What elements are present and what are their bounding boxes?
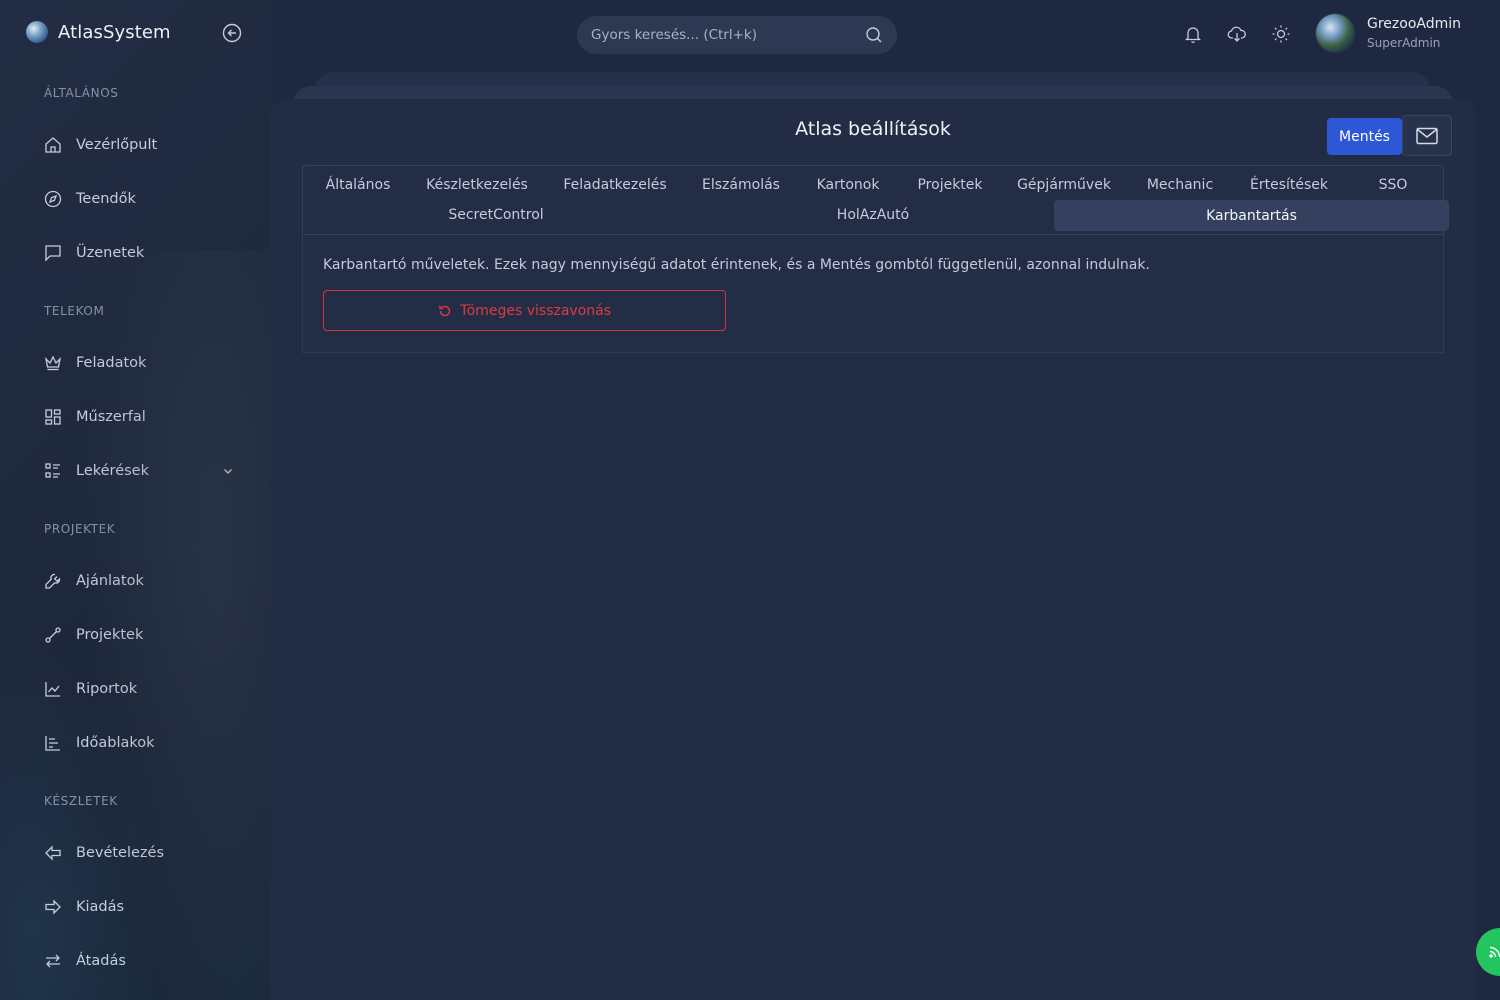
route-icon: [45, 627, 61, 643]
sidebar-item-atadas[interactable]: Átadás: [44, 946, 234, 976]
sidebar: AtlasSystem ÁLTALÁNOS Vezérlőpult Teendő…: [0, 0, 270, 1000]
sidebar-item-idoablakok[interactable]: Időablakok: [44, 728, 234, 758]
sidebar-item-uzenetek[interactable]: Üzenetek: [44, 238, 234, 268]
sidebar-item-label: Vezérlőpult: [76, 137, 158, 153]
sidebar-item-label: Műszerfal: [76, 409, 146, 425]
search-icon[interactable]: [865, 26, 883, 44]
sun-icon[interactable]: [1271, 24, 1291, 44]
arrow-right-icon: [45, 899, 61, 915]
settings-tabs: Általános Készletkezelés Feladatkezelés …: [302, 165, 1449, 235]
nav-section-altalanos: ÁLTALÁNOS: [44, 86, 119, 100]
nav-section-telekom: TELEKOM: [44, 304, 105, 318]
sidebar-item-label: Feladatok: [76, 355, 147, 371]
sidebar-item-muszerfal[interactable]: Műszerfal: [44, 402, 234, 432]
chevron-down-icon: [224, 469, 232, 474]
crown-icon: [44, 355, 62, 371]
app-name: AtlasSystem: [58, 21, 171, 43]
sidebar-item-kiadas[interactable]: Kiadás: [44, 892, 234, 922]
line-chart-icon: [45, 682, 60, 697]
sidebar-item-ajanlatok[interactable]: Ajánlatok: [44, 566, 234, 596]
cloud-download-icon[interactable]: [1227, 24, 1247, 44]
mail-button[interactable]: [1402, 115, 1452, 156]
rss-icon: [1489, 946, 1500, 958]
tab-secretcontrol[interactable]: SecretControl: [448, 207, 543, 223]
tab-mechanic[interactable]: Mechanic: [1147, 177, 1213, 193]
nav-section-projektek: PROJEKTEK: [44, 522, 116, 536]
bulk-revert-label: Tömeges visszavonás: [459, 302, 612, 319]
quick-search[interactable]: [577, 16, 897, 54]
tab-holazauto[interactable]: HolAzAutó: [837, 207, 909, 223]
swap-icon: [46, 954, 60, 968]
tab-gepjarmuvek[interactable]: Gépjárművek: [1017, 177, 1111, 193]
sidebar-collapse-button[interactable]: [222, 23, 242, 43]
search-input[interactable]: [591, 27, 865, 43]
arrow-left-icon: [45, 845, 61, 861]
user-role: SuperAdmin: [1367, 36, 1441, 50]
page-title: Atlas beállítások: [795, 118, 951, 140]
sidebar-item-projektek[interactable]: Projektek: [44, 620, 234, 650]
bell-icon[interactable]: [1183, 24, 1203, 44]
sidebar-item-label: Bevételezés: [76, 845, 165, 861]
arrow-left-circle-icon: [222, 23, 242, 43]
bulk-revert-button[interactable]: Tömeges visszavonás: [323, 290, 726, 331]
tab-keszletkezeles[interactable]: Készletkezelés: [426, 177, 528, 193]
tab-projektek[interactable]: Projektek: [917, 177, 982, 193]
settings-card: Atlas beállítások Mentés Általános Készl…: [270, 99, 1476, 1000]
maintenance-description: Karbantartó műveletek. Ezek nagy mennyis…: [323, 257, 1150, 273]
sidebar-item-teendok[interactable]: Teendők: [44, 184, 234, 214]
feed-fab-button[interactable]: [1476, 928, 1500, 976]
tab-sso[interactable]: SSO: [1379, 177, 1408, 193]
user-avatar[interactable]: [1316, 14, 1354, 52]
list-icon: [45, 463, 60, 478]
tab-feladatkezeles[interactable]: Feladatkezelés: [563, 177, 666, 193]
dashboard-icon: [45, 409, 61, 425]
app-logo[interactable]: AtlasSystem: [26, 21, 171, 43]
tab-ertesitesek[interactable]: Értesítések: [1250, 177, 1328, 193]
globe-logo-icon: [26, 21, 48, 43]
sidebar-item-label: Riportok: [76, 681, 138, 697]
home-icon: [45, 137, 61, 153]
mail-icon: [1416, 127, 1438, 144]
user-name[interactable]: GrezooAdmin: [1367, 16, 1461, 32]
tab-altalanos[interactable]: Általános: [326, 177, 391, 193]
message-icon: [45, 245, 61, 262]
tab-kartonok[interactable]: Kartonok: [817, 177, 880, 193]
wrench-icon: [45, 573, 61, 589]
sidebar-item-label: Üzenetek: [76, 245, 145, 261]
sidebar-item-riportok[interactable]: Riportok: [44, 674, 234, 704]
sidebar-item-vezerlopult[interactable]: Vezérlőpult: [44, 130, 234, 160]
undo-icon: [439, 305, 451, 316]
maintenance-panel: Karbantartó műveletek. Ezek nagy mennyis…: [302, 235, 1444, 353]
compass-icon: [44, 190, 62, 208]
save-button[interactable]: Mentés: [1327, 118, 1402, 155]
sidebar-item-label: Teendők: [76, 191, 136, 207]
sidebar-item-label: Projektek: [76, 627, 144, 643]
sidebar-item-lekeresek[interactable]: Lekérések: [44, 456, 234, 486]
sidebar-item-label: Átadás: [76, 953, 126, 969]
sidebar-item-feladatok[interactable]: Feladatok: [44, 348, 234, 378]
sidebar-item-label: Időablakok: [76, 735, 155, 751]
sidebar-item-label: Kiadás: [76, 899, 125, 915]
sidebar-item-label: Ajánlatok: [76, 573, 144, 589]
nav-section-keszletek: KÉSZLETEK: [44, 794, 118, 808]
tab-karbantartas[interactable]: Karbantartás: [1054, 200, 1449, 231]
timeline-icon: [45, 736, 60, 751]
sidebar-item-bevetelezes[interactable]: Bevételezés: [44, 838, 234, 868]
tab-elszamolas[interactable]: Elszámolás: [702, 177, 780, 193]
sidebar-item-label: Lekérések: [76, 463, 149, 479]
